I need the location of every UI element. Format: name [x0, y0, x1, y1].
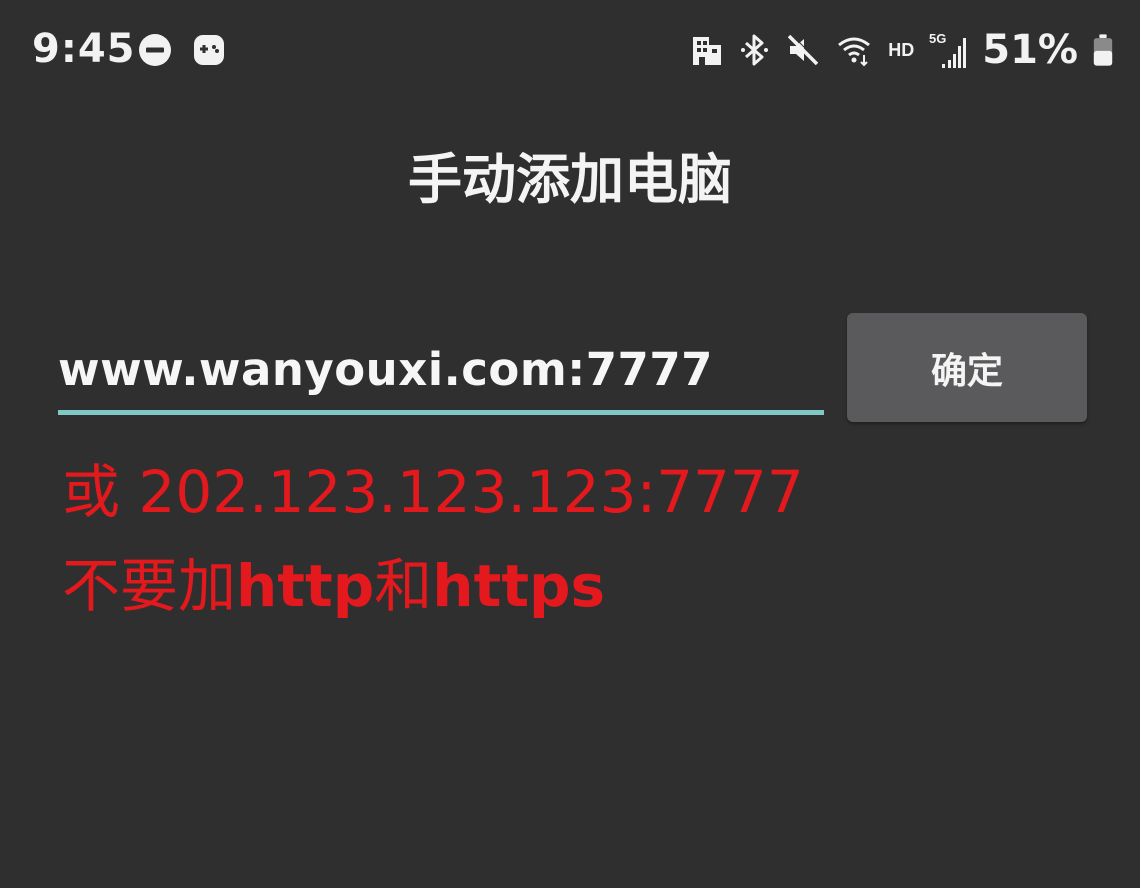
battery-icon: [1093, 34, 1113, 66]
hint-https: https: [432, 552, 606, 620]
hint-line-2: 不要加http和https: [62, 546, 605, 626]
status-time: 9:45: [32, 26, 136, 72]
bluetooth-icon: [741, 34, 769, 66]
battery-percent: 51%: [982, 27, 1078, 73]
hint-text-no-add: 不要加: [62, 552, 237, 620]
input-underline: [58, 410, 824, 415]
add-pc-screen: 9:45 HD 5G 51% 手动添加电脑 www.wanyouxi.com:7…: [0, 0, 1140, 888]
do-not-disturb-icon: [139, 34, 171, 66]
signal-icon: 5G: [929, 31, 967, 68]
mute-icon: [788, 33, 820, 66]
game-controller-icon: [194, 35, 224, 65]
building-icon: [693, 37, 722, 65]
status-left-icons: [138, 32, 226, 68]
wifi-icon: [838, 37, 871, 67]
page-title: 手动添加电脑: [408, 148, 732, 211]
hint-line-1: 或 202.123.123.123:7777: [62, 452, 804, 532]
status-right-icons: HD 5G 51%: [690, 26, 1114, 74]
hint-text-and: 和: [374, 552, 433, 620]
hint-example-ip: 202.123.123.123:7777: [138, 458, 804, 526]
address-input[interactable]: [58, 334, 824, 404]
hd-label: HD: [888, 39, 915, 60]
confirm-button[interactable]: 确定: [847, 313, 1087, 422]
status-bar: 9:45 HD 5G 51%: [0, 0, 1140, 100]
network-type-label: 5G: [929, 31, 946, 46]
hint-http: http: [236, 552, 375, 620]
hint-prefix: 或: [62, 458, 121, 526]
